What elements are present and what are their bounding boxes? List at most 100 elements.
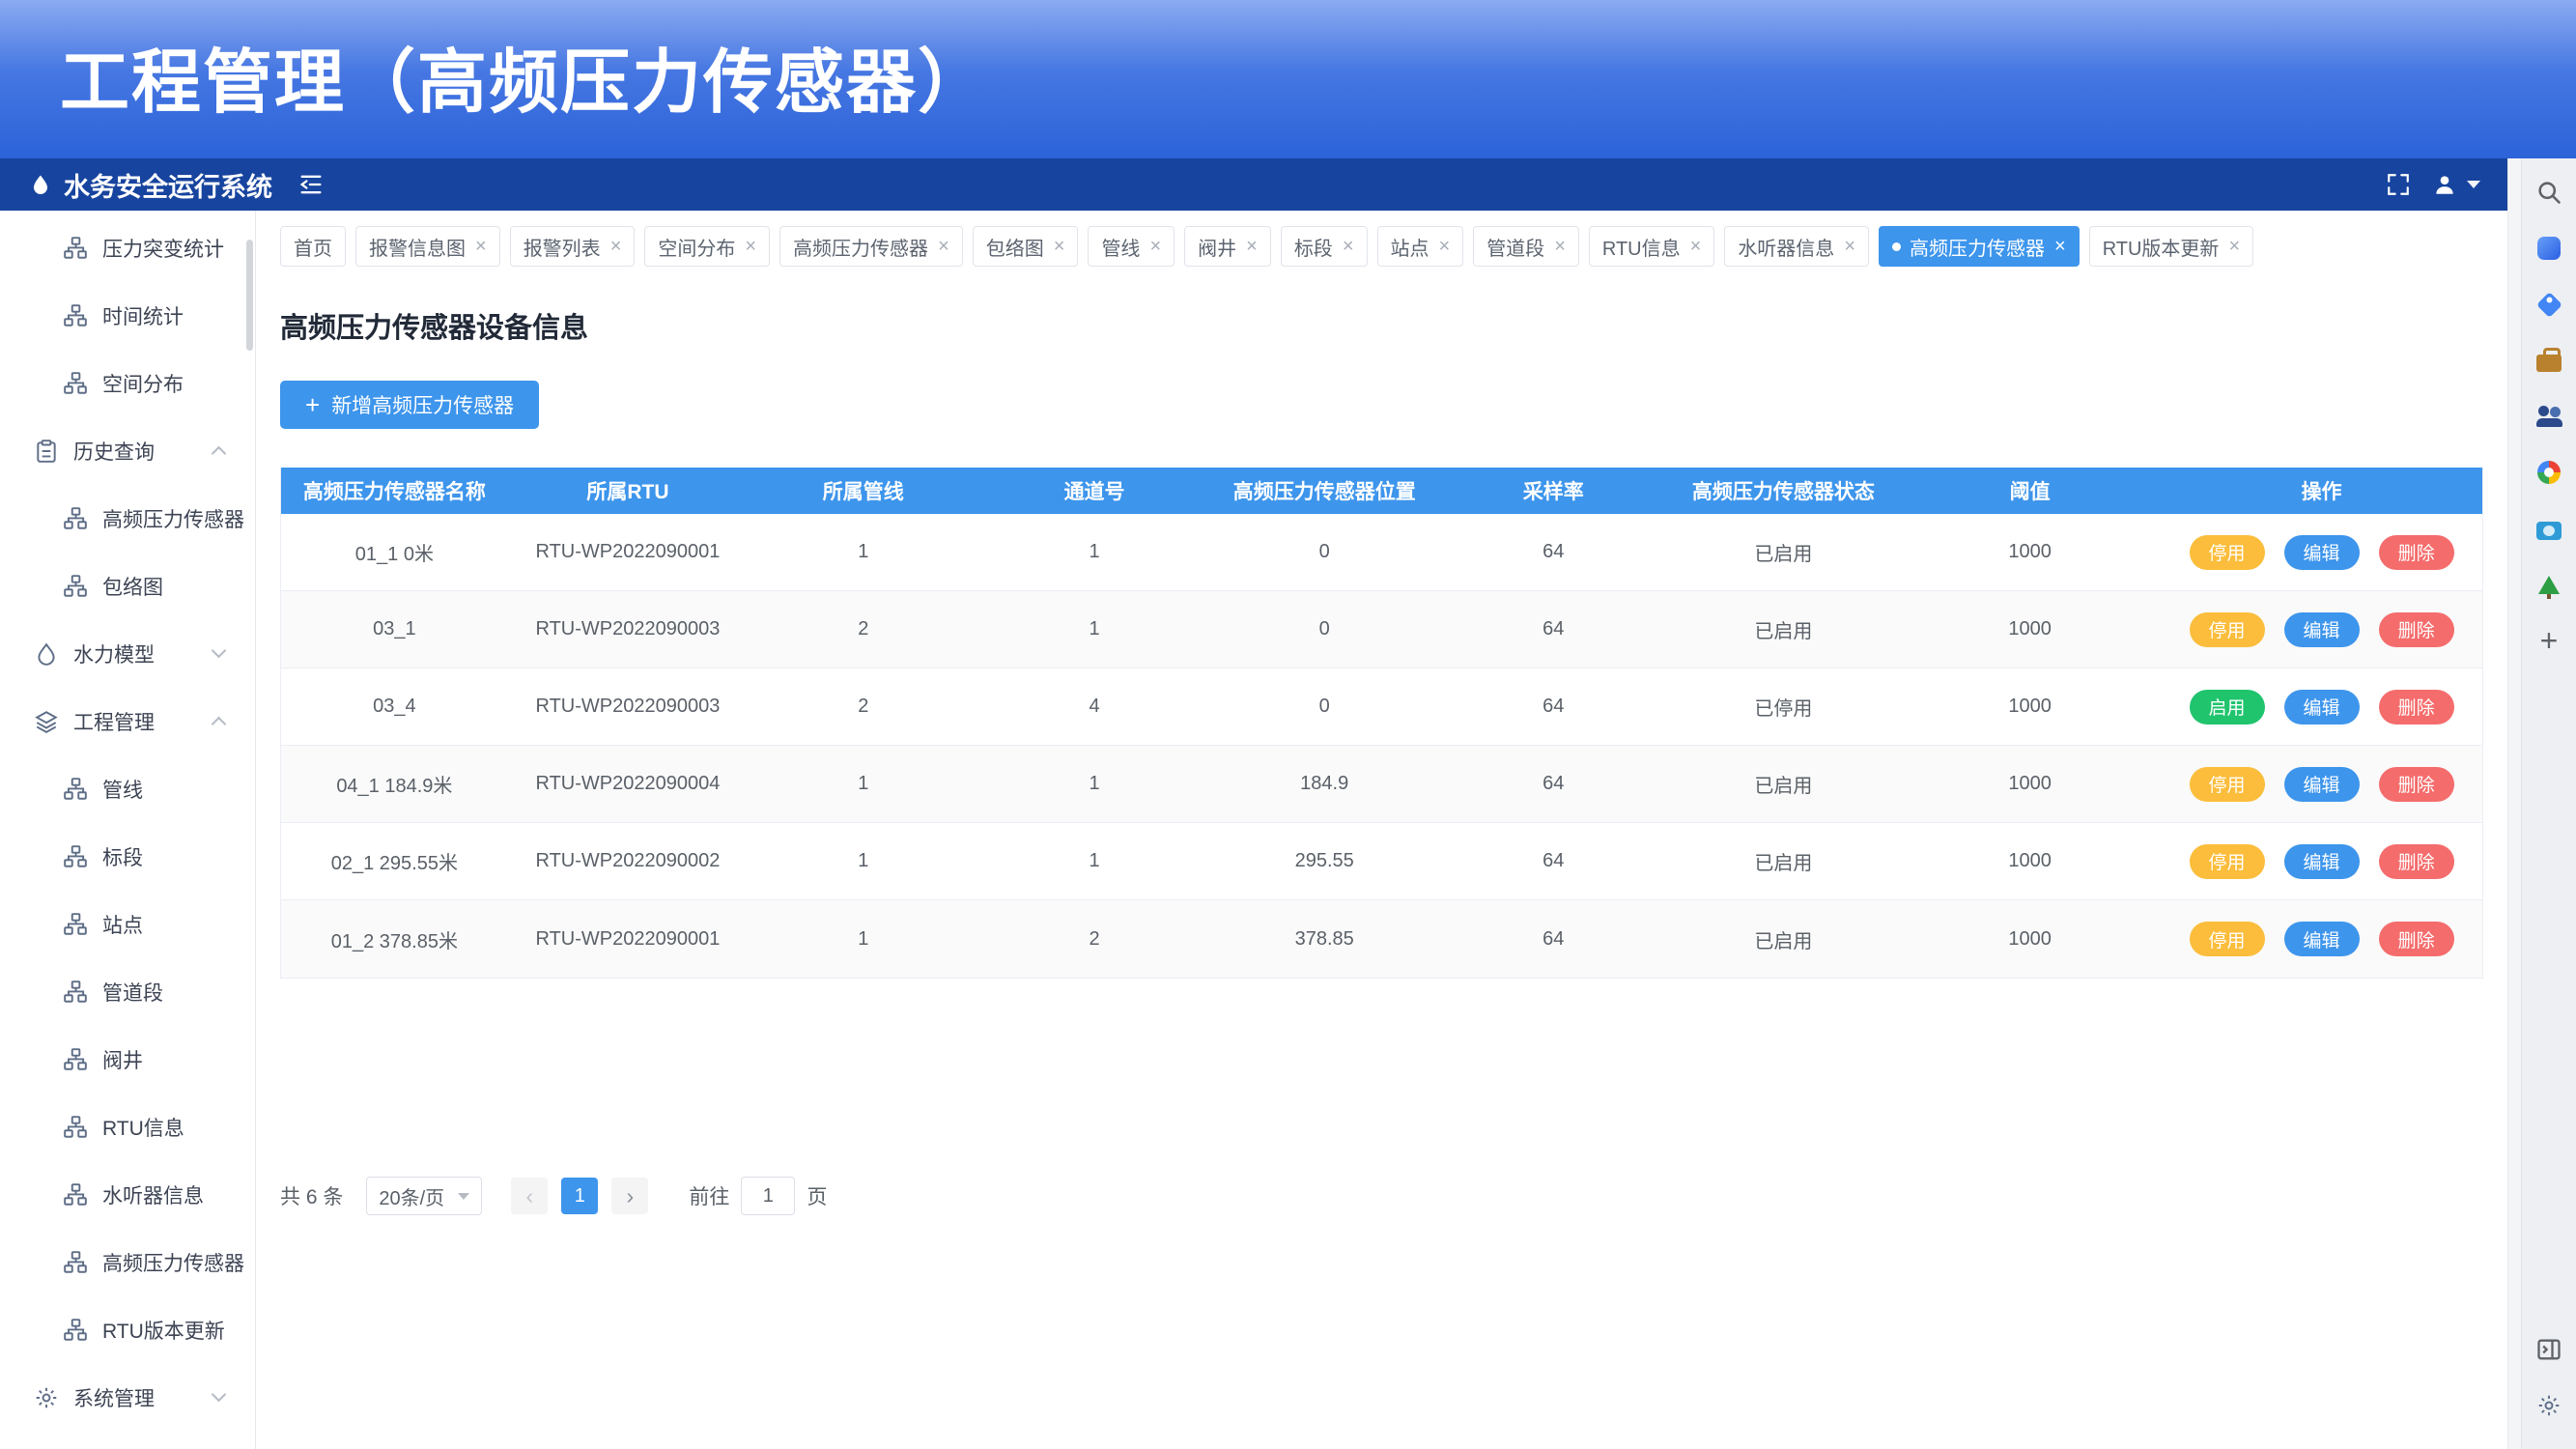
delete-button[interactable]: 删除 bbox=[2379, 690, 2454, 724]
sidebar-item-hf-pressure-sensor-history[interactable]: 高频压力传感器 bbox=[0, 485, 255, 553]
tab-hf-pressure-sensor-history[interactable]: 高频压力传感器× bbox=[779, 226, 963, 267]
delete-button[interactable]: 删除 bbox=[2379, 844, 2454, 879]
tab-station[interactable]: 站点× bbox=[1377, 226, 1464, 267]
current-page-button[interactable]: 1 bbox=[561, 1178, 598, 1214]
sidebar-item-rtu-info[interactable]: RTU信息 bbox=[0, 1094, 255, 1161]
close-icon[interactable]: × bbox=[1343, 237, 1354, 256]
sidebar-item-history-query[interactable]: 历史查询 bbox=[0, 417, 255, 485]
tab-pipe-segment[interactable]: 管道段× bbox=[1473, 226, 1579, 267]
close-icon[interactable]: × bbox=[1439, 237, 1451, 256]
disable-button[interactable]: 停用 bbox=[2190, 844, 2265, 879]
close-icon[interactable]: × bbox=[1844, 237, 1855, 256]
cell-rtu: RTU-WP2022090004 bbox=[508, 746, 748, 822]
disable-button[interactable]: 停用 bbox=[2190, 922, 2265, 956]
column-header-actions: 操作 bbox=[2161, 468, 2482, 514]
tab-hydrophone-info[interactable]: 水听器信息× bbox=[1724, 226, 1869, 267]
settings-icon[interactable] bbox=[2527, 1383, 2571, 1428]
cell-pipeline: 1 bbox=[748, 514, 978, 590]
close-icon[interactable]: × bbox=[2054, 237, 2066, 256]
tab-rtu-info[interactable]: RTU信息× bbox=[1589, 226, 1714, 267]
fullscreen-icon[interactable] bbox=[2386, 172, 2411, 197]
delete-button[interactable]: 删除 bbox=[2379, 612, 2454, 647]
add-icon[interactable]: + bbox=[2527, 618, 2571, 663]
tree-icon[interactable] bbox=[2527, 562, 2571, 607]
sidebar-item-hf-pressure-sensor[interactable]: 高频压力传感器 bbox=[0, 1229, 255, 1296]
prev-page-button[interactable]: ‹ bbox=[511, 1178, 548, 1214]
tab-section[interactable]: 标段× bbox=[1281, 226, 1368, 267]
user-avatar-icon[interactable] bbox=[2432, 172, 2480, 197]
cell-channel: 4 bbox=[978, 668, 1209, 745]
next-page-button[interactable]: › bbox=[611, 1178, 648, 1214]
cell-threshold: 1000 bbox=[1899, 823, 2161, 899]
search-icon[interactable] bbox=[2527, 170, 2571, 214]
close-icon[interactable]: × bbox=[938, 237, 949, 256]
cell-status: 已启用 bbox=[1668, 900, 1899, 978]
tab-pipeline[interactable]: 管线× bbox=[1088, 226, 1175, 267]
edit-button[interactable]: 编辑 bbox=[2284, 535, 2360, 570]
people-icon[interactable] bbox=[2527, 394, 2571, 439]
sidebar-item-pressure-mutation-stats[interactable]: 压力突变统计 bbox=[0, 214, 255, 282]
tab-alarm-list[interactable]: 报警列表 × bbox=[510, 226, 636, 267]
sidebar-item-rtu-version-update[interactable]: RTU版本更新 bbox=[0, 1296, 255, 1364]
sidebar-item-valve-well[interactable]: 阀井 bbox=[0, 1026, 255, 1094]
close-icon[interactable]: × bbox=[745, 237, 756, 256]
edit-button[interactable]: 编辑 bbox=[2284, 922, 2360, 956]
close-icon[interactable]: × bbox=[1149, 237, 1161, 256]
tab-envelope-chart[interactable]: 包络图× bbox=[973, 226, 1079, 267]
page-size-select[interactable]: 20条/页 bbox=[366, 1177, 482, 1215]
camera-icon[interactable] bbox=[2527, 506, 2571, 551]
delete-button[interactable]: 删除 bbox=[2379, 535, 2454, 570]
close-icon[interactable]: × bbox=[2228, 237, 2240, 256]
delete-button[interactable]: 删除 bbox=[2379, 922, 2454, 956]
add-sensor-button[interactable]: + 新增高频压力传感器 bbox=[280, 381, 539, 429]
browser-rail-top: + bbox=[2527, 170, 2571, 674]
sidebar-scrollbar[interactable] bbox=[246, 240, 253, 351]
cell-pipeline: 2 bbox=[748, 668, 978, 745]
tab-alarm-info-chart[interactable]: 报警信息图× bbox=[355, 226, 500, 267]
sidebar-item-section[interactable]: 标段 bbox=[0, 823, 255, 891]
grid-icon bbox=[62, 506, 88, 532]
disable-button[interactable]: 停用 bbox=[2190, 535, 2265, 570]
delete-button[interactable]: 删除 bbox=[2379, 767, 2454, 802]
page-scrollbar[interactable] bbox=[2507, 158, 2521, 1449]
sidebar-item-system-management[interactable]: 系统管理 bbox=[0, 1364, 255, 1432]
chevron-up-icon bbox=[212, 717, 227, 732]
assistant-icon[interactable] bbox=[2527, 226, 2571, 270]
sidebar-item-time-stats[interactable]: 时间统计 bbox=[0, 282, 255, 350]
close-icon[interactable]: × bbox=[610, 237, 622, 256]
colorwheel-icon[interactable] bbox=[2527, 450, 2571, 495]
close-icon[interactable]: × bbox=[1554, 237, 1566, 256]
goto-page-input[interactable] bbox=[741, 1177, 795, 1215]
sidebar-item-spatial-distribution[interactable]: 空间分布 bbox=[0, 350, 255, 417]
tab-rtu-version-update[interactable]: RTU版本更新× bbox=[2089, 226, 2253, 267]
disable-button[interactable]: 停用 bbox=[2190, 767, 2265, 802]
side-panel-icon[interactable] bbox=[2527, 1327, 2571, 1372]
water-drop-icon bbox=[29, 173, 52, 196]
edit-button[interactable]: 编辑 bbox=[2284, 612, 2360, 647]
edit-button[interactable]: 编辑 bbox=[2284, 767, 2360, 802]
tag-icon[interactable] bbox=[2527, 282, 2571, 327]
edit-button[interactable]: 编辑 bbox=[2284, 844, 2360, 879]
close-icon[interactable]: × bbox=[1054, 237, 1065, 256]
sidebar-item-label: 历史查询 bbox=[73, 437, 155, 466]
sidebar-item-pipe-segment[interactable]: 管道段 bbox=[0, 958, 255, 1026]
close-icon[interactable]: × bbox=[1246, 237, 1258, 256]
enable-button[interactable]: 启用 bbox=[2190, 690, 2265, 724]
disable-button[interactable]: 停用 bbox=[2190, 612, 2265, 647]
sidebar-item-pipeline[interactable]: 管线 bbox=[0, 755, 255, 823]
sidebar-item-station[interactable]: 站点 bbox=[0, 891, 255, 958]
sidebar-item-envelope-chart[interactable]: 包络图 bbox=[0, 553, 255, 620]
tab-home[interactable]: 首页 bbox=[280, 226, 346, 267]
tab-label: 报警列表 bbox=[524, 233, 601, 261]
tab-hf-pressure-sensor[interactable]: 高频压力传感器× bbox=[1879, 226, 2080, 267]
tab-spatial-distribution[interactable]: 空间分布× bbox=[644, 226, 770, 267]
tab-valve-well[interactable]: 阀井× bbox=[1184, 226, 1271, 267]
briefcase-icon[interactable] bbox=[2527, 338, 2571, 383]
sidebar-item-project-management[interactable]: 工程管理 bbox=[0, 688, 255, 755]
fold-menu-icon[interactable] bbox=[297, 171, 325, 198]
close-icon[interactable]: × bbox=[475, 237, 487, 256]
sidebar-item-hydrophone-info[interactable]: 水听器信息 bbox=[0, 1161, 255, 1229]
sidebar-item-hydraulic-model[interactable]: 水力模型 bbox=[0, 620, 255, 688]
close-icon[interactable]: × bbox=[1690, 237, 1702, 256]
edit-button[interactable]: 编辑 bbox=[2284, 690, 2360, 724]
